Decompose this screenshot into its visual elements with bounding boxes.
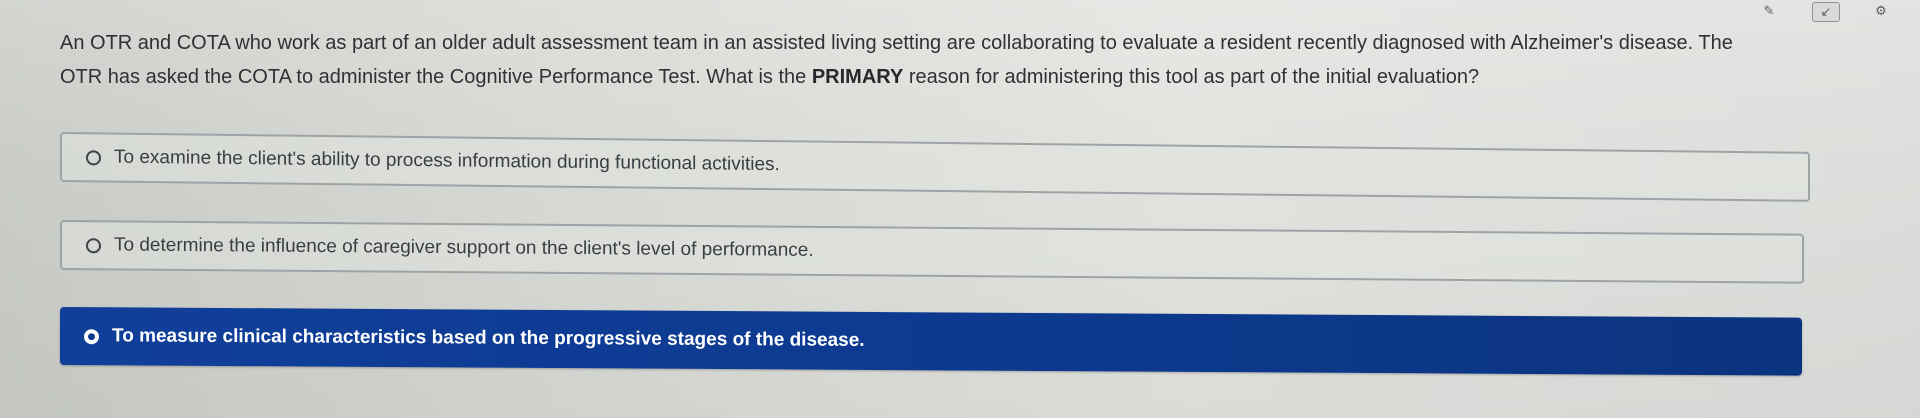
answer-option-a-label: To examine the client's ability to proce… [114, 146, 780, 176]
selected-radio-button[interactable] [84, 328, 99, 344]
answer-option-c-label: To measure clinical characteristics base… [112, 325, 865, 351]
radio-button[interactable] [86, 237, 101, 253]
radio-button[interactable] [86, 149, 101, 165]
answer-option-a[interactable]: To examine the client's ability to proce… [60, 132, 1810, 202]
answer-options: To examine the client's ability to proce… [0, 0, 1920, 418]
answer-option-b[interactable]: To determine the influence of caregiver … [60, 220, 1804, 284]
answer-option-b-label: To determine the influence of caregiver … [114, 234, 814, 261]
answer-option-c[interactable]: To measure clinical characteristics base… [60, 307, 1802, 376]
